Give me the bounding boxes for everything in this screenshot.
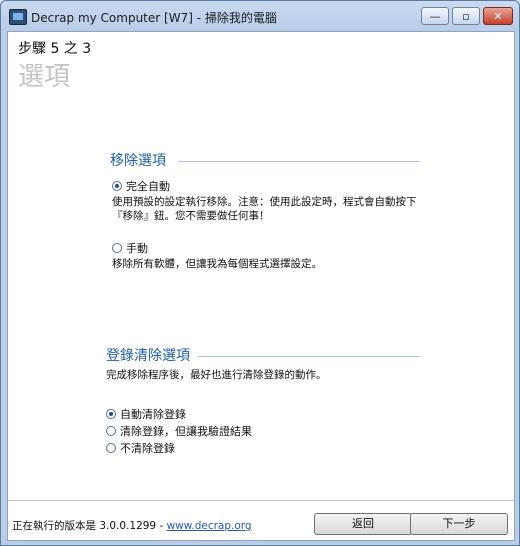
website-link[interactable]: www.decrap.org <box>167 520 252 532</box>
radio-selected-icon <box>112 181 122 191</box>
window-title: Decrap my Computer [W7] - 掃除我的電腦 <box>31 11 277 25</box>
version-info: 正在執行的版本是 3.0.0.1299 - www.decrap.org <box>12 518 252 533</box>
registry-options-divider <box>198 356 420 357</box>
radio-label: 清除登錄，但讓我驗證結果 <box>120 425 252 438</box>
title-bar[interactable]: Decrap my Computer [W7] - 掃除我的電腦 — ▫ ✕ <box>1 1 519 31</box>
radio-selected-icon <box>106 409 116 419</box>
manual-description: 移除所有軟體，但讓我為每個程式選擇設定。 <box>112 258 322 270</box>
radio-clean-registry-verify[interactable]: 清除登錄，但讓我驗證結果 <box>106 423 252 439</box>
wizard-content: 步驟 5 之 3 選項 移除選項 完全自動 使用預設的設定執行移除。注意：使用此… <box>7 31 515 541</box>
radio-unselected-icon <box>112 243 122 253</box>
radio-auto-clean-registry[interactable]: 自動清除登錄 <box>106 406 186 422</box>
registry-description: 完成移除程序後，最好也進行清除登錄的動作。 <box>106 369 327 381</box>
close-button[interactable]: ✕ <box>483 7 513 25</box>
radio-label: 不清除登錄 <box>120 442 175 455</box>
radio-fully-automatic[interactable]: 完全自動 <box>112 178 170 194</box>
radio-label: 手動 <box>126 242 148 255</box>
radio-label: 自動清除登錄 <box>120 408 186 421</box>
radio-unselected-icon <box>106 443 116 453</box>
remove-options-divider <box>178 161 420 162</box>
page-title: 選項 <box>18 62 71 92</box>
app-monitor-icon <box>9 9 27 25</box>
next-button[interactable]: 下一步 <box>410 513 508 535</box>
maximize-button[interactable]: ▫ <box>452 7 480 25</box>
radio-unselected-icon <box>106 426 116 436</box>
step-indicator: 步驟 5 之 3 <box>18 41 92 57</box>
remove-options-title: 移除選項 <box>110 153 166 169</box>
fully-automatic-description: 使用預設的設定執行移除。注意：使用此設定時，程式會自動按下『移除』鈕。您不需要做… <box>112 196 417 222</box>
version-text: 正在執行的版本是 3.0.0.1299 - <box>12 520 167 532</box>
radio-manual[interactable]: 手動 <box>112 240 148 256</box>
app-window: Decrap my Computer [W7] - 掃除我的電腦 — ▫ ✕ 步… <box>0 0 520 546</box>
registry-options-title: 登錄清除選項 <box>106 348 190 364</box>
radio-no-clean-registry[interactable]: 不清除登錄 <box>106 440 175 456</box>
minimize-button[interactable]: — <box>421 7 449 25</box>
back-button[interactable]: 返回 <box>314 513 412 535</box>
footer-separator <box>8 500 514 501</box>
radio-label: 完全自動 <box>126 180 170 193</box>
